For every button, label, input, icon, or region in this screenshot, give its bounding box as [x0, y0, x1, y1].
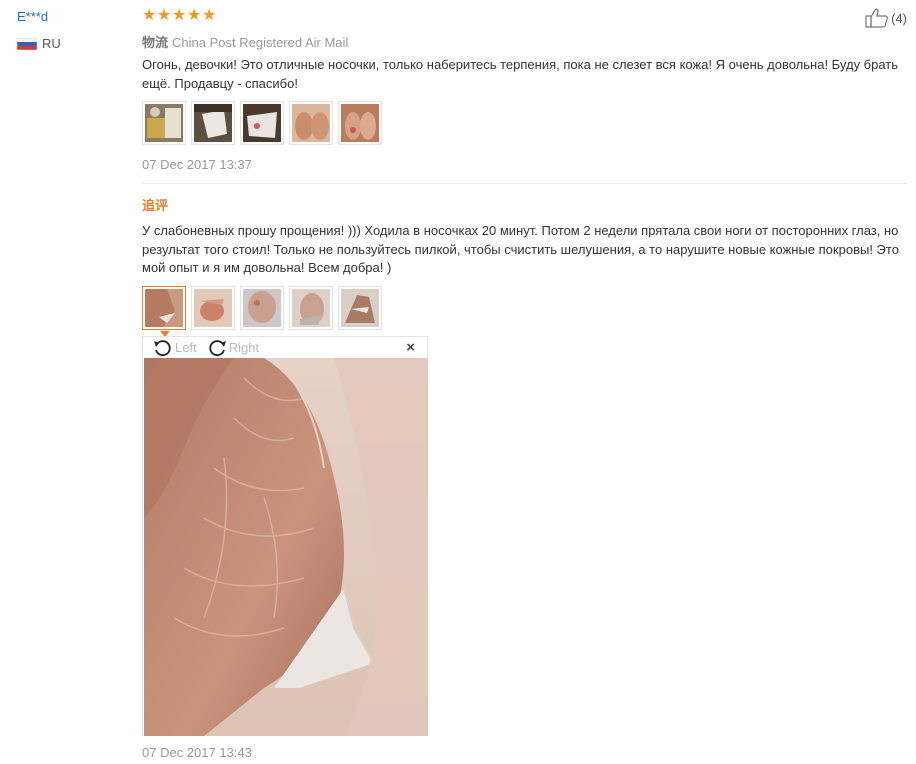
review-date: 07 Dec 2017 13:37 [142, 157, 252, 172]
shipping-info: 物流 China Post Registered Air Mail [142, 32, 348, 51]
divider [142, 183, 907, 184]
star-icon: ★ [187, 7, 202, 24]
russia-flag-icon [17, 37, 37, 50]
review-photo-thumb[interactable] [191, 101, 235, 145]
photo-thumbnail-1 [145, 104, 183, 142]
photo-thumbnail-5 [341, 289, 379, 327]
photo-thumbnail-2 [194, 104, 232, 142]
additional-photo-thumb[interactable] [191, 286, 235, 330]
reviewer-country: RU [17, 36, 61, 51]
rotate-left-icon [154, 339, 171, 356]
review-photo-thumb[interactable] [338, 101, 382, 145]
star-rating: ★ ★ ★ ★ ★ [142, 8, 217, 24]
shipping-method: China Post Registered Air Mail [172, 35, 349, 50]
photo-viewer-toolbar: Left Right × [143, 337, 427, 358]
additional-photo-thumb[interactable] [289, 286, 333, 330]
enlarged-photo-image [144, 358, 428, 736]
reviewer-name: E***d [17, 9, 49, 24]
photo-thumbnail-3 [243, 289, 281, 327]
photo-thumbnail-5 [341, 104, 379, 142]
photo-thumbnail-1 [145, 289, 183, 327]
shipping-label: 物流 [142, 35, 169, 50]
photo-thumbnail-2 [194, 289, 232, 327]
close-viewer-button[interactable]: × [406, 340, 415, 355]
rotate-right-label: Right [228, 340, 260, 355]
helpful-button[interactable]: (4) [865, 8, 907, 28]
helpful-count: (4) [891, 10, 907, 26]
additional-feedback-date: 07 Dec 2017 13:43 [142, 745, 252, 760]
additional-feedback-label: 追评 [142, 198, 169, 213]
additional-photos [142, 286, 382, 337]
rotate-left-button[interactable]: Left [153, 339, 197, 357]
additional-feedback-text: У слабоневных прошу прощения! ))) Ходила… [142, 223, 899, 275]
enlarged-photo [144, 358, 428, 736]
photo-thumbnail-4 [292, 289, 330, 327]
star-icon: ★ [142, 7, 157, 24]
review-photos [142, 101, 382, 145]
review-text: Огонь, девочки! Это отличные носочки, то… [142, 57, 899, 91]
additional-photo-thumb-selected[interactable] [142, 286, 186, 337]
review-photo-thumb[interactable] [240, 101, 284, 145]
review-photo-thumb[interactable] [142, 101, 186, 145]
rotate-right-icon [209, 339, 226, 356]
country-code: RU [42, 36, 61, 51]
star-icon: ★ [202, 7, 217, 24]
review-photo-thumb[interactable] [289, 101, 333, 145]
star-icon: ★ [157, 7, 172, 24]
photo-thumbnail-3 [243, 104, 281, 142]
photo-viewer: Left Right × [142, 336, 428, 736]
photo-thumbnail-4 [292, 104, 330, 142]
star-icon: ★ [172, 7, 187, 24]
rotate-right-button[interactable]: Right [207, 339, 259, 357]
additional-photo-thumb[interactable] [240, 286, 284, 330]
rotate-left-label: Left [175, 340, 197, 355]
thumbs-up-icon [865, 8, 889, 28]
additional-photo-thumb[interactable] [338, 286, 382, 330]
